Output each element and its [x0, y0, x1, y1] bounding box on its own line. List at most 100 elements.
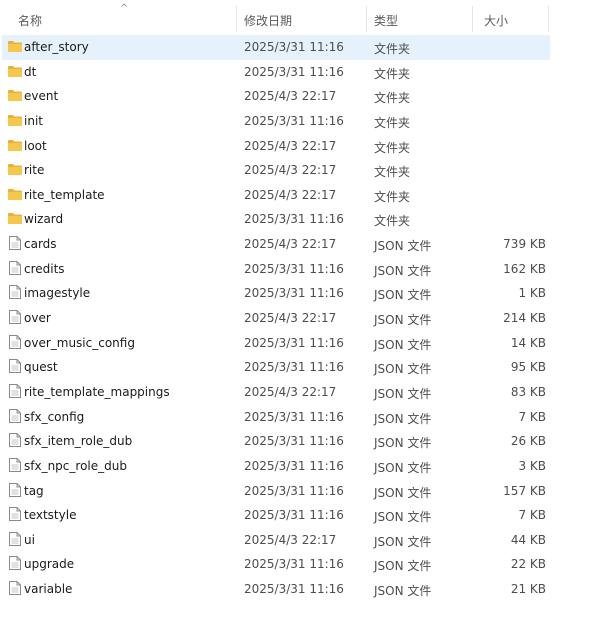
file-name: sfx_npc_role_dub	[24, 458, 127, 473]
file-type: JSON 文件	[374, 436, 432, 451]
file-size: 214 KB	[503, 311, 546, 326]
modified-date: 2025/4/3 22:17	[244, 163, 337, 178]
file-name: init	[24, 113, 43, 128]
file-icon	[9, 383, 21, 398]
sort-ascending-icon: ^	[120, 3, 129, 14]
file-type: JSON 文件	[374, 263, 432, 278]
file-row[interactable]: sfx_config 2025/3/31 11:16 JSON 文件 7 KB	[2, 405, 550, 430]
modified-date: 2025/3/31 11:16	[244, 483, 344, 498]
file-type: JSON 文件	[374, 313, 432, 328]
folder-row[interactable]: wizard 2025/3/31 11:16 文件夹	[2, 207, 550, 232]
modified-date: 2025/3/31 11:16	[244, 434, 344, 449]
modified-date: 2025/3/31 11:16	[244, 212, 344, 227]
file-type: JSON 文件	[374, 362, 432, 377]
file-name: credits	[24, 261, 65, 276]
file-row[interactable]: over_music_config 2025/3/31 11:16 JSON 文件 1…	[2, 331, 550, 356]
file-icon	[9, 482, 21, 497]
file-type: JSON 文件	[374, 460, 432, 475]
folder-row[interactable]: event 2025/4/3 22:17 文件夹	[2, 84, 550, 109]
modified-date: 2025/4/3 22:17	[244, 532, 337, 547]
file-list: after_story 2025/3/31 11:16 文件夹 dt 2025/3/31…	[0, 35, 600, 602]
file-icon	[9, 433, 21, 448]
file-row[interactable]: ui 2025/4/3 22:17 JSON 文件 44 KB	[2, 528, 550, 553]
file-type: JSON 文件	[374, 485, 432, 500]
file-row[interactable]: quest 2025/3/31 11:16 JSON 文件 95 KB	[2, 355, 550, 380]
file-icon	[9, 260, 21, 275]
modified-date: 2025/3/31 11:16	[244, 409, 344, 424]
file-name: ui	[24, 532, 35, 547]
file-type: 文件夹	[374, 66, 411, 81]
file-row[interactable]: variable 2025/3/31 11:16 JSON 文件 21 KB	[2, 577, 550, 602]
column-divider[interactable]	[472, 6, 473, 32]
file-name: sfx_config	[24, 409, 85, 424]
file-size: 95 KB	[510, 360, 546, 375]
folder-icon	[8, 89, 22, 102]
file-row[interactable]: over 2025/4/3 22:17 JSON 文件 214 KB	[2, 306, 550, 331]
file-name: sfx_item_role_dub	[24, 434, 133, 449]
column-type[interactable]: 类型	[374, 12, 398, 29]
file-size: 7 KB	[518, 508, 546, 523]
file-name: cards	[24, 237, 57, 252]
file-name: tag	[24, 483, 44, 498]
file-row[interactable]: sfx_npc_role_dub 2025/3/31 11:16 JSON 文件 3 …	[2, 454, 550, 479]
file-type: 文件夹	[374, 42, 411, 56]
file-name: upgrade	[24, 557, 75, 572]
folder-row[interactable]: dt 2025/3/31 11:16 文件夹	[2, 60, 550, 85]
folder-icon	[8, 163, 22, 176]
file-row[interactable]: rite_template_mappings 2025/4/3 22:17 JSON…	[2, 380, 550, 405]
file-icon	[9, 581, 21, 596]
file-type: JSON 文件	[374, 288, 432, 303]
column-modified[interactable]: 修改日期	[244, 12, 292, 29]
modified-date: 2025/4/3 22:17	[244, 311, 337, 326]
file-row[interactable]: cards 2025/4/3 22:17 JSON 文件 739 KB	[2, 232, 550, 257]
folder-icon	[8, 212, 22, 225]
modified-date: 2025/3/31 11:16	[244, 40, 344, 54]
column-header: ^ 名称 修改日期 类型 大小	[0, 0, 600, 34]
column-name[interactable]: 名称	[18, 12, 42, 29]
modified-date: 2025/3/31 11:16	[244, 458, 344, 473]
file-size: 14 KB	[510, 335, 546, 350]
file-type: JSON 文件	[374, 559, 432, 574]
column-size[interactable]: 大小	[484, 12, 508, 29]
folder-row[interactable]: loot 2025/4/3 22:17 文件夹	[2, 134, 550, 159]
file-type: JSON 文件	[374, 239, 432, 254]
file-type: JSON 文件	[374, 411, 432, 426]
file-size: 3 KB	[518, 458, 546, 473]
file-name: loot	[24, 138, 47, 153]
folder-row[interactable]: rite 2025/4/3 22:17 文件夹	[2, 158, 550, 183]
file-name: rite_template	[24, 187, 105, 202]
file-size: 1 KB	[518, 286, 546, 301]
file-type: 文件夹	[374, 189, 411, 204]
file-icon	[9, 507, 21, 522]
file-icon	[9, 334, 21, 349]
folder-row[interactable]: rite_template 2025/4/3 22:17 文件夹	[2, 183, 550, 208]
modified-date: 2025/3/31 11:16	[244, 113, 344, 128]
file-name: rite_template_mappings	[24, 384, 170, 399]
modified-date: 2025/3/31 11:16	[244, 64, 344, 79]
file-row[interactable]: imagestyle 2025/3/31 11:16 JSON 文件 1 KB	[2, 281, 550, 306]
file-row[interactable]: upgrade 2025/3/31 11:16 JSON 文件 22 KB	[2, 552, 550, 577]
modified-date: 2025/3/31 11:16	[244, 261, 344, 276]
column-divider[interactable]	[548, 6, 549, 32]
folder-icon	[8, 188, 22, 200]
file-name: textstyle	[24, 508, 77, 523]
file-name: over_music_config	[24, 335, 135, 350]
modified-date: 2025/3/31 11:16	[244, 286, 344, 301]
folder-row[interactable]: after_story 2025/3/31 11:16 文件夹	[2, 35, 550, 60]
file-icon	[9, 457, 21, 472]
file-row[interactable]: tag 2025/3/31 11:16 JSON 文件 157 KB	[2, 479, 550, 504]
file-name: wizard	[24, 212, 64, 227]
file-row[interactable]: credits 2025/3/31 11:16 JSON 文件 162 KB	[2, 257, 550, 282]
folder-row[interactable]: init 2025/3/31 11:16 文件夹	[2, 109, 550, 134]
file-name: event	[24, 89, 59, 104]
file-row[interactable]: sfx_item_role_dub 2025/3/31 11:16 JSON 文件 2…	[2, 429, 550, 454]
file-type: 文件夹	[374, 214, 411, 229]
file-row[interactable]: textstyle 2025/3/31 11:16 JSON 文件 7 KB	[2, 503, 550, 528]
folder-icon	[8, 65, 22, 77]
file-name: after_story	[24, 40, 89, 54]
column-divider[interactable]	[236, 6, 237, 32]
file-icon	[9, 408, 21, 423]
file-size: 22 KB	[510, 557, 546, 572]
file-icon	[9, 556, 21, 571]
column-divider[interactable]	[366, 6, 367, 32]
